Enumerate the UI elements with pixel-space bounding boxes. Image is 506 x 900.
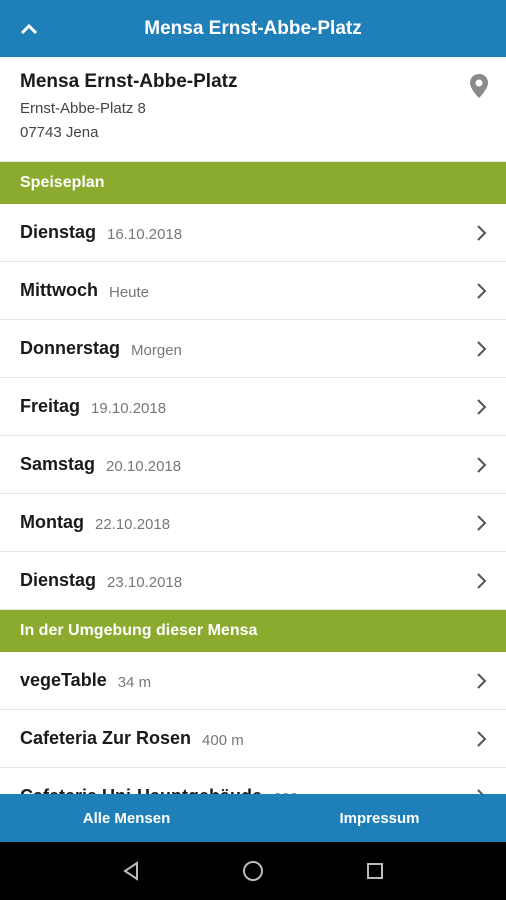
nearby-row[interactable]: Cafeteria Zur Rosen 400 m xyxy=(0,710,506,768)
mensa-info: Mensa Ernst-Abbe-Platz Ernst-Abbe-Platz … xyxy=(0,57,506,162)
nearby-row-detail: 34 m xyxy=(117,673,152,691)
day-row-detail: 23.10.2018 xyxy=(107,573,183,591)
day-row[interactable]: Montag 22.10.2018 xyxy=(0,494,506,552)
day-row[interactable]: Donnerstag Morgen xyxy=(0,320,506,378)
chevron-right-icon xyxy=(476,398,488,416)
chevron-right-icon xyxy=(476,340,488,358)
day-row-title: Donnerstag xyxy=(20,338,121,358)
chevron-right-icon xyxy=(476,572,488,590)
chevron-right-icon xyxy=(476,514,488,532)
map-pin-icon[interactable] xyxy=(468,73,490,99)
day-row[interactable]: Dienstag 16.10.2018 xyxy=(0,204,506,262)
day-row-title: Mittwoch xyxy=(20,280,98,300)
app-bar: Mensa Ernst-Abbe-Platz xyxy=(0,0,506,57)
chevron-right-icon xyxy=(476,224,488,242)
nearby-row-title: vegeTable xyxy=(20,670,107,690)
nearby-list: vegeTable34 mCafeteria Zur Rosen400 mCaf… xyxy=(0,652,506,794)
day-row-title: Samstag xyxy=(20,454,96,474)
day-row[interactable]: Mittwoch Heute xyxy=(0,262,506,320)
day-row[interactable]: Freitag 19.10.2018 xyxy=(0,378,506,436)
nearby-row[interactable]: Cafeteria Uni-Hauptgebäude600 m xyxy=(0,768,506,794)
day-row[interactable]: Dienstag 23.10.2018 xyxy=(0,552,506,610)
day-row-detail: 20.10.2018 xyxy=(106,457,182,475)
back-icon[interactable] xyxy=(111,851,151,891)
content-scroll[interactable]: Mensa Ernst-Abbe-Platz Ernst-Abbe-Platz … xyxy=(0,57,506,794)
chevron-right-icon xyxy=(476,456,488,474)
impressum-button[interactable]: Impressum xyxy=(253,794,506,842)
menu-section-header: Speiseplan xyxy=(0,162,506,204)
mensa-street: Ernst-Abbe-Platz 8 xyxy=(20,100,146,117)
system-nav-bar xyxy=(0,842,506,900)
day-row-detail: 16.10.2018 xyxy=(107,225,183,243)
all-mensen-button[interactable]: Alle Mensen xyxy=(0,794,253,842)
app-title: Mensa Ernst-Abbe-Platz xyxy=(144,17,362,39)
nearby-row-title: Cafeteria Uni-Hauptgebäude xyxy=(20,786,262,794)
chevron-up-icon[interactable] xyxy=(16,16,42,42)
mensa-city: 07743 Jena xyxy=(20,124,99,141)
day-row-title: Dienstag xyxy=(20,570,97,590)
day-row-title: Montag xyxy=(20,512,84,532)
chevron-right-icon xyxy=(476,672,488,690)
day-row-title: Freitag xyxy=(20,396,81,416)
day-row-title: Dienstag xyxy=(20,222,97,242)
nearby-row[interactable]: vegeTable 34 m xyxy=(0,652,506,710)
nearby-section-header: In der Umgebung dieser Mensa xyxy=(0,610,506,652)
chevron-right-icon xyxy=(476,282,488,300)
day-row-detail: 19.10.2018 xyxy=(91,399,167,417)
chevron-right-icon xyxy=(476,730,488,748)
home-icon[interactable] xyxy=(233,851,273,891)
nearby-row-detail: 400 m xyxy=(202,731,244,749)
mensa-name: Mensa Ernst-Abbe-Platz xyxy=(20,71,238,92)
day-list: Dienstag 16.10.2018 Mittwoch Heute Donnersta… xyxy=(0,204,506,610)
day-row-detail: 22.10.2018 xyxy=(94,515,171,533)
nearby-row-title: Cafeteria Zur Rosen xyxy=(20,728,192,748)
day-row-detail: Heute xyxy=(109,283,150,301)
day-row[interactable]: Samstag 20.10.2018 xyxy=(0,436,506,494)
bottom-bar: Alle Mensen Impressum xyxy=(0,794,506,842)
recents-icon[interactable] xyxy=(355,851,395,891)
day-row-detail: Morgen xyxy=(131,341,182,359)
